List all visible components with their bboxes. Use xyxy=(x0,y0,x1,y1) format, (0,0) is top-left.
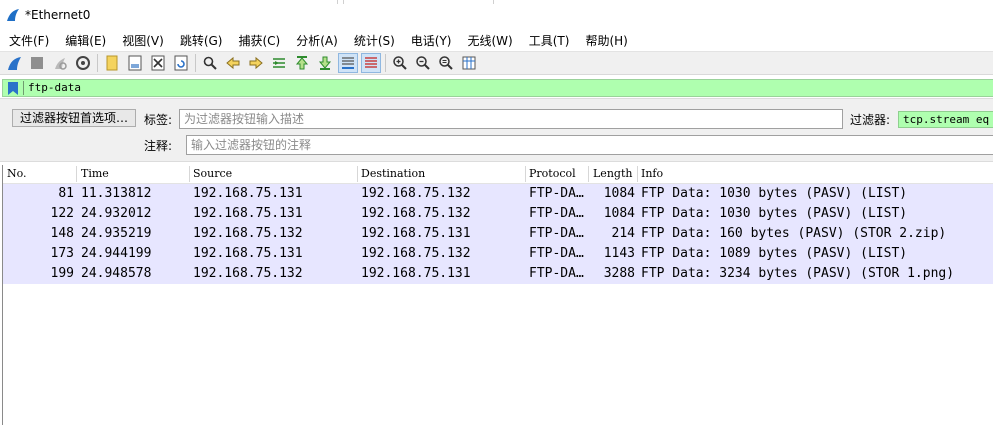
autoscroll-icon[interactable] xyxy=(338,53,358,73)
menu-edit[interactable]: 编辑(E) xyxy=(56,32,113,49)
bookmark-icon[interactable] xyxy=(8,82,18,95)
packet-row[interactable]: 122 24.932012 192.168.75.131 192.168.75.… xyxy=(3,204,993,224)
menu-wireless[interactable]: 无线(W) xyxy=(459,32,520,49)
cell-time: 11.313812 xyxy=(81,186,152,201)
wireshark-logo-icon xyxy=(7,9,19,21)
cell-protocol: FTP-DA… xyxy=(529,186,584,201)
menu-analyze[interactable]: 分析(A) xyxy=(287,32,345,49)
menu-tools[interactable]: 工具(T) xyxy=(520,32,577,49)
menu-view[interactable]: 视图(V) xyxy=(113,32,171,49)
column-header-length[interactable]: Length xyxy=(590,167,632,183)
column-header-protocol[interactable]: Protocol xyxy=(526,167,576,183)
cell-info: FTP Data: 160 bytes (PASV) (STOR 2.zip) xyxy=(641,226,947,241)
cell-length: 214 xyxy=(611,226,635,241)
cell-source: 192.168.75.132 xyxy=(193,266,303,281)
zoom-normal-icon[interactable] xyxy=(436,53,456,73)
packet-list-header: No. Time Source Destination Protocol Len… xyxy=(3,165,993,184)
cell-info: FTP Data: 3234 bytes (PASV) (STOR 1.png) xyxy=(641,266,955,281)
cell-no: 148 xyxy=(50,226,74,241)
cell-source: 192.168.75.131 xyxy=(193,186,303,201)
cell-source: 192.168.75.131 xyxy=(193,246,303,261)
comment-caption: 注释: xyxy=(144,139,173,153)
display-filter-bar[interactable]: ftp-data xyxy=(2,79,993,97)
packet-list[interactable]: No. Time Source Destination Protocol Len… xyxy=(2,165,993,425)
cell-info: FTP Data: 1030 bytes (PASV) (LIST) xyxy=(641,206,908,221)
cell-time: 24.935219 xyxy=(81,226,152,241)
cell-time: 24.932012 xyxy=(81,206,152,221)
cell-destination: 192.168.75.132 xyxy=(361,246,471,261)
main-toolbar xyxy=(0,51,993,75)
label-input[interactable] xyxy=(180,110,842,128)
cell-time: 24.944199 xyxy=(81,246,152,261)
comment-input[interactable] xyxy=(187,136,993,154)
cell-source: 192.168.75.131 xyxy=(193,206,303,221)
zoom-in-icon[interactable] xyxy=(390,53,410,73)
cell-destination: 192.168.75.131 xyxy=(361,266,471,281)
cell-no: 173 xyxy=(50,246,74,261)
menu-file[interactable]: 文件(F) xyxy=(0,32,56,49)
display-filter-text[interactable]: ftp-data xyxy=(28,81,81,94)
zoom-out-icon[interactable] xyxy=(413,53,433,73)
restart-capture-icon[interactable] xyxy=(50,53,70,73)
title-bar: *Ethernet0 xyxy=(0,0,993,30)
menu-help[interactable]: 帮助(H) xyxy=(576,32,634,49)
go-back-icon[interactable] xyxy=(223,53,243,73)
capture-options-icon[interactable] xyxy=(73,53,93,73)
filter-expression-input[interactable]: tcp.stream eq 2 xyxy=(898,111,993,128)
packet-row[interactable]: 173 24.944199 192.168.75.131 192.168.75.… xyxy=(3,244,993,264)
window-title: *Ethernet0 xyxy=(25,8,91,22)
cell-length: 1084 xyxy=(603,186,635,201)
column-header-destination[interactable]: Destination xyxy=(358,167,425,183)
cell-protocol: FTP-DA… xyxy=(529,266,584,281)
start-capture-icon[interactable] xyxy=(4,53,24,73)
cell-destination: 192.168.75.131 xyxy=(361,226,471,241)
colorize-icon[interactable] xyxy=(361,53,381,73)
cell-length: 1143 xyxy=(603,246,635,261)
column-header-info[interactable]: Info xyxy=(638,167,663,183)
column-header-no[interactable]: No. xyxy=(4,167,27,183)
go-to-packet-icon[interactable] xyxy=(269,53,289,73)
go-last-icon[interactable] xyxy=(315,53,335,73)
cell-protocol: FTP-DA… xyxy=(529,246,584,261)
packet-row[interactable]: 81 11.313812 192.168.75.131 192.168.75.1… xyxy=(3,184,993,204)
cell-length: 3288 xyxy=(603,266,635,281)
find-packet-icon[interactable] xyxy=(200,53,220,73)
go-first-icon[interactable] xyxy=(292,53,312,73)
cell-source: 192.168.75.132 xyxy=(193,226,303,241)
filter-button-prefs-button[interactable]: 过滤器按钮首选项… xyxy=(12,109,136,127)
cell-protocol: FTP-DA… xyxy=(529,226,584,241)
reload-file-icon[interactable] xyxy=(171,53,191,73)
packet-row[interactable]: 199 24.948578 192.168.75.132 192.168.75.… xyxy=(3,264,993,284)
cell-length: 1084 xyxy=(603,206,635,221)
cell-destination: 192.168.75.132 xyxy=(361,206,471,221)
filter-caption: 过滤器: xyxy=(850,113,891,127)
cell-info: FTP Data: 1089 bytes (PASV) (LIST) xyxy=(641,246,908,261)
save-file-icon[interactable] xyxy=(125,53,145,73)
cell-no: 122 xyxy=(50,206,74,221)
filter-button-prefs-panel: 过滤器按钮首选项… 标签: 过滤器: tcp.stream eq 2 注释: xyxy=(0,98,993,162)
menu-statistics[interactable]: 统计(S) xyxy=(345,32,402,49)
column-header-time[interactable]: Time xyxy=(78,167,109,183)
cell-info: FTP Data: 1030 bytes (PASV) (LIST) xyxy=(641,186,908,201)
comment-input-box xyxy=(186,135,993,155)
close-file-icon[interactable] xyxy=(148,53,168,73)
menu-telephony[interactable]: 电话(Y) xyxy=(402,32,459,49)
stop-capture-icon[interactable] xyxy=(27,53,47,73)
cell-no: 81 xyxy=(58,186,74,201)
label-caption: 标签: xyxy=(144,113,173,127)
packet-row[interactable]: 148 24.935219 192.168.75.132 192.168.75.… xyxy=(3,224,993,244)
menu-capture[interactable]: 捕获(C) xyxy=(229,32,287,49)
cell-no: 199 xyxy=(50,266,74,281)
cell-protocol: FTP-DA… xyxy=(529,206,584,221)
column-header-source[interactable]: Source xyxy=(190,167,232,183)
menu-go[interactable]: 跳转(G) xyxy=(171,32,230,49)
cell-time: 24.948578 xyxy=(81,266,152,281)
menu-bar: 文件(F) 编辑(E) 视图(V) 跳转(G) 捕获(C) 分析(A) 统计(S… xyxy=(0,30,993,50)
open-file-icon[interactable] xyxy=(102,53,122,73)
cell-destination: 192.168.75.132 xyxy=(361,186,471,201)
go-forward-icon[interactable] xyxy=(246,53,266,73)
resize-columns-icon[interactable] xyxy=(459,53,479,73)
label-input-box xyxy=(179,109,843,129)
